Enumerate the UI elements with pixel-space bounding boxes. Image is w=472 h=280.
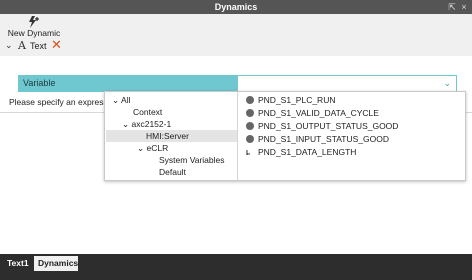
variable-name: PND_S1_PLC_RUN [258, 95, 336, 105]
tree-item-label: Default [159, 167, 186, 177]
text-type-icon: A [18, 39, 26, 52]
toolbar [0, 14, 472, 36]
chevron-down-icon[interactable]: ⌄ [443, 78, 451, 89]
tree-item-system-variables[interactable]: System Variables [159, 154, 225, 166]
list-item[interactable]: PND_S1_OUTPUT_STATUS_GOOD [246, 120, 398, 132]
tree-item-label: System Variables [159, 155, 225, 165]
expression-hint: Please specify an expression [9, 97, 120, 107]
window-title: Dynamics [214, 2, 258, 12]
list-item[interactable]: PND_S1_INPUT_STATUS_GOOD [246, 133, 389, 145]
new-dynamic-button[interactable]: New Dynamic [3, 16, 65, 38]
tab-dynamics[interactable]: Dynamics [34, 256, 78, 271]
variable-picker-popup: ⌄ All Context ⌄ axc2152-1 HMI:Server ⌄ e… [104, 91, 466, 181]
variable-dropdown[interactable]: ⌄ [237, 75, 457, 92]
section-label: Text [30, 41, 47, 51]
tree-item-eclr[interactable]: ⌄ eCLR [137, 142, 168, 154]
tree-item-hmi-server[interactable]: HMI:Server [106, 130, 237, 142]
variable-row: Variable ⌄ [18, 75, 458, 92]
chevron-down-icon[interactable]: ⌄ [122, 119, 129, 129]
variable-name: PND_S1_DATA_LENGTH [258, 147, 357, 157]
tree-item-label: HMI:Server [146, 131, 189, 141]
bool-icon [246, 135, 254, 143]
list-item[interactable]: I₀ PND_S1_DATA_LENGTH [246, 146, 356, 158]
bool-icon [246, 96, 254, 104]
list-item[interactable]: PND_S1_VALID_DATA_CYCLE [246, 107, 379, 119]
variable-label: Variable [18, 75, 237, 92]
variable-list: PND_S1_PLC_RUN PND_S1_VALID_DATA_CYCLE P… [239, 92, 465, 180]
variable-name: PND_S1_INPUT_STATUS_GOOD [258, 134, 389, 144]
tab-text1[interactable]: Text1 [3, 256, 33, 271]
text-section-header[interactable]: ⌄ A Text ✕ [0, 37, 472, 54]
bool-icon [246, 122, 254, 130]
tree-item-label: All [121, 95, 131, 105]
chevron-down-icon[interactable]: ⌄ [137, 143, 144, 153]
namespace-tree: ⌄ All Context ⌄ axc2152-1 HMI:Server ⌄ e… [105, 92, 238, 180]
lightning-plus-icon [3, 16, 65, 28]
tree-item-label: Context [133, 107, 163, 117]
tree-item-axc2152-1[interactable]: ⌄ axc2152-1 [122, 118, 171, 130]
bool-icon [246, 109, 254, 117]
title-bar: Dynamics ⇱ × [0, 0, 472, 14]
tree-item-context[interactable]: Context [133, 106, 162, 118]
tree-item-label: eCLR [146, 143, 169, 153]
tree-item-all[interactable]: ⌄ All [112, 94, 130, 106]
chevron-down-icon[interactable]: ⌄ [5, 40, 13, 51]
delete-icon[interactable]: ✕ [51, 37, 62, 53]
tree-item-label: axc2152-1 [131, 119, 172, 129]
variable-name: PND_S1_VALID_DATA_CYCLE [258, 108, 379, 118]
restore-icon[interactable]: ⇱ [446, 0, 458, 14]
close-icon[interactable]: × [458, 0, 470, 14]
chevron-down-icon[interactable]: ⌄ [112, 95, 119, 105]
variable-name: PND_S1_OUTPUT_STATUS_GOOD [258, 121, 399, 131]
int-icon: I₀ [246, 150, 250, 157]
tree-item-default[interactable]: Default [159, 166, 186, 178]
list-item[interactable]: PND_S1_PLC_RUN [246, 94, 335, 106]
